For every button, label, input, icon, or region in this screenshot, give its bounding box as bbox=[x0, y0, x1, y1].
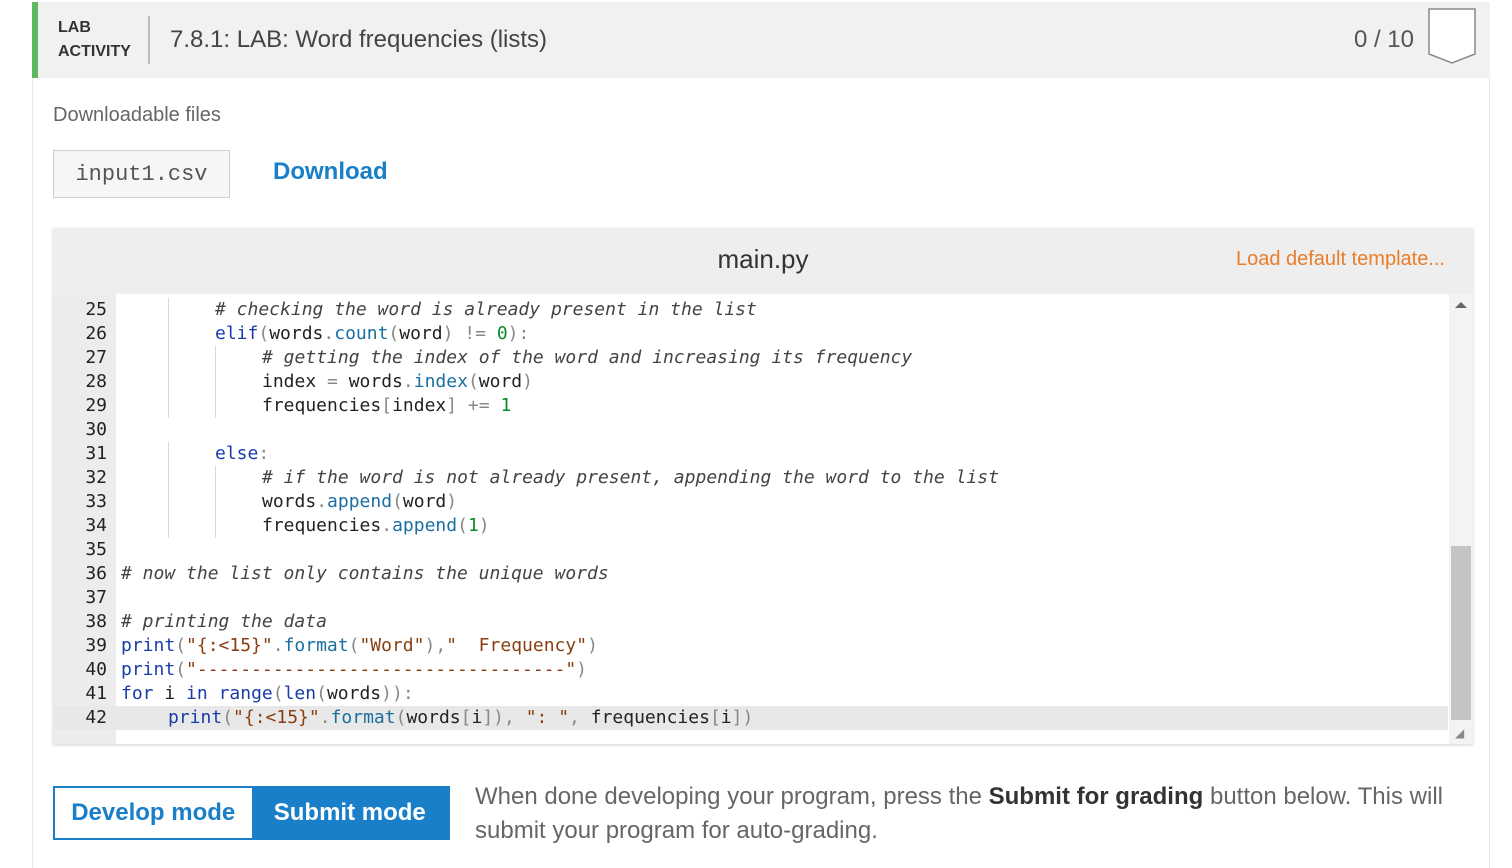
lab-tag-line1: LAB bbox=[58, 19, 91, 36]
code-text: # checking the word is already present i… bbox=[215, 299, 757, 320]
editor-scrollbar[interactable]: ◢ bbox=[1449, 294, 1473, 744]
submit-mode-button[interactable]: Submit mode bbox=[251, 788, 448, 838]
code-line[interactable]: 37 bbox=[53, 586, 1448, 610]
indent-guide bbox=[215, 370, 216, 394]
code-text: print("---------------------------------… bbox=[121, 659, 588, 680]
scrollbar-thumb[interactable] bbox=[1451, 546, 1471, 720]
line-number: 28 bbox=[85, 371, 107, 392]
load-default-template-link[interactable]: Load default template... bbox=[1236, 248, 1445, 271]
line-number: 40 bbox=[85, 659, 107, 680]
indent-guide bbox=[168, 442, 169, 466]
indent-guide bbox=[168, 370, 169, 394]
code-line[interactable]: 40 print("-------------------------------… bbox=[53, 658, 1448, 682]
code-line[interactable]: 39 print("{:<15}".format("Word")," Freque… bbox=[53, 634, 1448, 658]
score-text: 0 / 10 bbox=[1353, 26, 1414, 53]
line-number: 35 bbox=[85, 539, 107, 560]
code-text: words.append(word) bbox=[262, 491, 458, 512]
line-number: 29 bbox=[85, 395, 107, 416]
code-text: for i in range(len(words)): bbox=[121, 683, 414, 704]
code-line[interactable]: 36 # now the list only contains the uniqu… bbox=[53, 562, 1448, 586]
code-line[interactable]: 25 # checking the word is already present… bbox=[53, 298, 1448, 322]
indent-guide bbox=[215, 490, 216, 514]
code-line[interactable]: 33 words.append(word) bbox=[53, 490, 1448, 514]
lab-header: LAB ACTIVITY 7.8.1: LAB: Word frequencie… bbox=[32, 2, 1490, 78]
line-number: 26 bbox=[85, 323, 107, 344]
indent-guide bbox=[215, 514, 216, 538]
code-line[interactable]: 42 print("{:<15}".format(words[i]), ": ",… bbox=[53, 706, 1448, 730]
line-number: 32 bbox=[85, 467, 107, 488]
indent-guide bbox=[168, 394, 169, 418]
code-text: frequencies.append(1) bbox=[262, 515, 490, 536]
code-text: frequencies[index] += 1 bbox=[262, 395, 512, 416]
line-number: 41 bbox=[85, 683, 107, 704]
code-line[interactable]: 31 else: bbox=[53, 442, 1448, 466]
downloadable-files-label: Downloadable files bbox=[53, 104, 221, 126]
lab-tag-line2: ACTIVITY bbox=[58, 43, 131, 60]
mode-help-text: When done developing your program, press… bbox=[475, 780, 1445, 848]
indent-guide bbox=[168, 346, 169, 370]
line-number: 34 bbox=[85, 515, 107, 536]
indent-guide bbox=[168, 322, 169, 346]
code-line[interactable]: 41 for i in range(len(words)): bbox=[53, 682, 1448, 706]
code-text: # now the list only contains the unique … bbox=[121, 563, 609, 584]
code-text: # getting the index of the word and incr… bbox=[262, 347, 913, 368]
code-text: print("{:<15}".format("Word")," Frequenc… bbox=[121, 635, 598, 656]
line-number: 42 bbox=[85, 707, 107, 728]
code-text: print("{:<15}".format(words[i]), ": ", f… bbox=[168, 707, 754, 728]
resize-grip-icon[interactable]: ◢ bbox=[1455, 726, 1469, 740]
code-line[interactable]: 27 # getting the index of the word and in… bbox=[53, 346, 1448, 370]
indent-guide bbox=[215, 466, 216, 490]
scroll-up-arrow-icon[interactable] bbox=[1455, 302, 1467, 308]
lab-activity-tag: LAB ACTIVITY bbox=[58, 16, 131, 64]
code-area[interactable]: 25 # checking the word is already present… bbox=[53, 294, 1473, 744]
code-text: elif(words.count(word) != 0): bbox=[215, 323, 530, 344]
indent-guide bbox=[215, 394, 216, 418]
line-number: 33 bbox=[85, 491, 107, 512]
code-line[interactable]: 30 bbox=[53, 418, 1448, 442]
code-text: # printing the data bbox=[121, 611, 327, 632]
line-number: 39 bbox=[85, 635, 107, 656]
indent-guide bbox=[168, 466, 169, 490]
header-divider bbox=[148, 16, 150, 64]
download-link[interactable]: Download bbox=[273, 158, 388, 186]
code-editor: main.py Load default template... 25 # che… bbox=[53, 228, 1473, 744]
score-badge-icon bbox=[1428, 8, 1476, 64]
page-title: 7.8.1: LAB: Word frequencies (lists) bbox=[170, 26, 548, 53]
indent-guide bbox=[215, 346, 216, 370]
develop-mode-button[interactable]: Develop mode bbox=[55, 788, 252, 838]
code-line[interactable]: 38 # printing the data bbox=[53, 610, 1448, 634]
indent-guide bbox=[168, 490, 169, 514]
code-line[interactable]: 35 bbox=[53, 538, 1448, 562]
file-name-box: input1.csv bbox=[53, 150, 230, 198]
code-line[interactable]: 28 index = words.index(word) bbox=[53, 370, 1448, 394]
indent-guide bbox=[168, 298, 169, 322]
code-line[interactable]: 34 frequencies.append(1) bbox=[53, 514, 1448, 538]
code-lines: 25 # checking the word is already present… bbox=[53, 298, 1448, 730]
code-line[interactable]: 26 elif(words.count(word) != 0): bbox=[53, 322, 1448, 346]
mode-toggle: Develop mode Submit mode bbox=[53, 786, 450, 840]
help-prefix: When done developing your program, press… bbox=[475, 783, 989, 810]
line-number: 30 bbox=[85, 419, 107, 440]
lab-card: Downloadable files input1.csv Download m… bbox=[32, 78, 1490, 868]
line-number: 38 bbox=[85, 611, 107, 632]
code-text: # if the word is not already present, ap… bbox=[262, 467, 999, 488]
code-line[interactable]: 32 # if the word is not already present, … bbox=[53, 466, 1448, 490]
line-number: 27 bbox=[85, 347, 107, 368]
line-number: 31 bbox=[85, 443, 107, 464]
indent-guide bbox=[168, 514, 169, 538]
line-number: 25 bbox=[85, 299, 107, 320]
help-bold: Submit for grading bbox=[988, 783, 1204, 810]
line-number: 36 bbox=[85, 563, 107, 584]
code-text: index = words.index(word) bbox=[262, 371, 533, 392]
code-line[interactable]: 29 frequencies[index] += 1 bbox=[53, 394, 1448, 418]
code-text: else: bbox=[215, 443, 270, 464]
line-number: 37 bbox=[85, 587, 107, 608]
